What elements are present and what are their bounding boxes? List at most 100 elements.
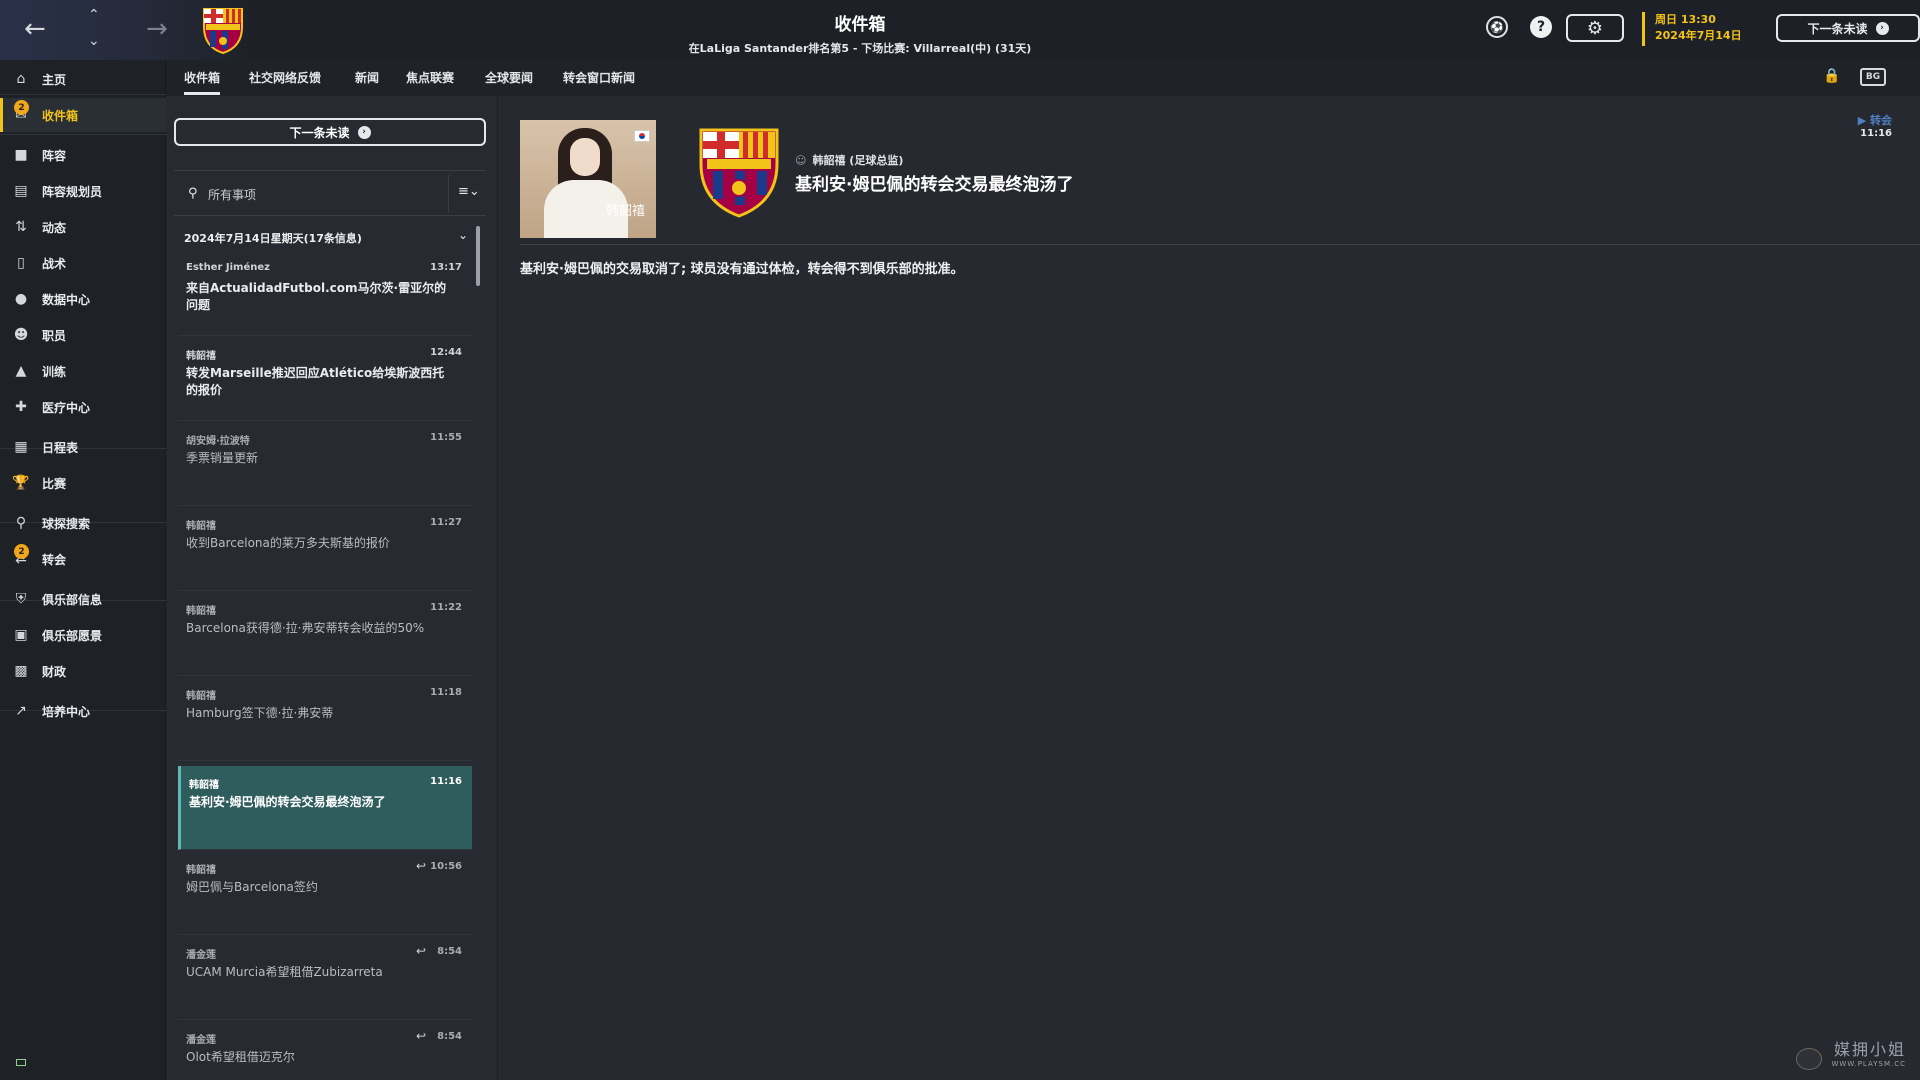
sender-photo[interactable]: 韩韶禧 (520, 120, 656, 238)
sidebar-item-competitions[interactable]: 🏆 比赛 (0, 466, 166, 500)
date-group-label: 2024年7月14日星期天(17条信息) (184, 232, 362, 245)
sidebar-item-training[interactable]: ▲ 训练 (0, 354, 166, 388)
list-scrollbar[interactable] (476, 226, 480, 286)
forward-arrow-icon[interactable]: → (146, 16, 168, 42)
dynamics-icon: ⇅ (15, 219, 27, 235)
tag-label: 转会 (1870, 114, 1892, 127)
next-unread-button[interactable]: 下一条未读 › (174, 118, 486, 146)
message-row[interactable]: 韩韶禧 ↩ 10:56 姆巴佩与Barcelona签约 (178, 851, 472, 935)
help-icon[interactable]: ? (1530, 16, 1552, 38)
message-row[interactable]: 韩韶禧 11:18 Hamburg签下德·拉·弗安蒂 (178, 677, 472, 761)
message-sender-line[interactable]: ☺ 韩韶禧 (足球总监) (795, 152, 903, 168)
vision-icon: ▣ (14, 627, 28, 643)
sidebar-item-label: 球探搜索 (42, 516, 91, 531)
message-time: 11:55 (430, 432, 462, 443)
sidebar-item-transfers[interactable]: ⇄ 2 转会 (0, 542, 166, 576)
message-time: 12:44 (430, 347, 462, 358)
sidebar-item-data-hub[interactable]: ● 数据中心 (0, 282, 166, 316)
status-indicator-icon[interactable] (16, 1059, 26, 1066)
finance-icon: ▩ (14, 663, 28, 679)
sidebar-item-finances[interactable]: ▩ 财政 (0, 654, 166, 688)
search-icon: ⚲ (188, 186, 198, 201)
sidebar-item-label: 动态 (42, 220, 67, 235)
filter-row: ⚲ 所有事项 ≡⌄ (174, 170, 486, 216)
sender-name-role: 韩韶禧 (足球总监) (812, 154, 904, 167)
sidebar-item-inbox[interactable]: ✉ 2 收件箱 (0, 98, 166, 132)
sidebar-item-club-vision[interactable]: ▣ 俱乐部愿景 (0, 618, 166, 652)
scouting-icon: ⚲ (15, 515, 27, 531)
message-row[interactable]: 潘金莲 ↩ 8:54 UCAM Murcia希望租借Zubizarreta (178, 936, 472, 1020)
club-info-icon: ⛨ (15, 591, 27, 607)
sidebar-item-label: 转会 (42, 552, 67, 567)
sidebar-item-label: 职员 (42, 328, 67, 343)
message-sender: 韩韶禧 (186, 351, 216, 362)
back-arrow-icon[interactable]: ← (24, 16, 46, 42)
sidebar-item-development[interactable]: ↗ 培养中心 (0, 694, 166, 728)
message-time: 8:54 (437, 946, 462, 957)
sidebar-item-staff[interactable]: ☻ 职员 (0, 318, 166, 352)
sidebar-item-scouting[interactable]: ⚲ 球探搜索 (0, 506, 166, 540)
sidebar-item-tactics[interactable]: ▯ 战术 (0, 246, 166, 280)
tab-focus-league[interactable]: 焦点联赛 (406, 69, 454, 86)
message-sender: 胡安姆·拉波特 (186, 436, 250, 447)
football-icon[interactable]: ⚽ (1486, 16, 1508, 38)
chevron-up-icon[interactable]: ⌃ (88, 8, 100, 22)
watermark-text: 媒拥小姐 (1833, 1040, 1906, 1059)
club-crest-icon[interactable] (695, 124, 783, 220)
watermark-url: WWW.PLAYSM.CC (1831, 1060, 1906, 1068)
message-row[interactable]: 胡安姆·拉波特 11:55 季票销量更新 (178, 422, 472, 506)
message-row[interactable]: 潘金莲 ↩ 8:54 Olot希望租借迈克尔 (178, 1021, 472, 1080)
category-tag[interactable]: ▶ 转会 (1858, 112, 1892, 128)
sidebar-item-label: 战术 (42, 256, 67, 271)
sidebar-item-label: 日程表 (42, 440, 79, 455)
sidebar-item-home[interactable]: ⌂ 主页 (0, 62, 166, 96)
sidebar-item-squad[interactable]: ■ 阵容 (0, 138, 166, 172)
layout-toggle-icon[interactable]: BG (1860, 68, 1886, 86)
message-row[interactable]: 韩韶禧 11:27 收到Barcelona的莱万多夫斯基的报价 (178, 507, 472, 591)
message-subject: 姆巴佩与Barcelona签约 (186, 880, 318, 894)
sidebar-item-medical[interactable]: ✚ 医疗中心 (0, 390, 166, 424)
message-subject: Olot希望租借迈克尔 (186, 1050, 295, 1064)
message-subject: 转发Marseille推迟回应Atlético给埃斯波西托的报价 (186, 366, 445, 397)
message-sender: Esther Jiménez (186, 262, 270, 273)
tab-transfer-window-news[interactable]: 转会窗口新闻 (563, 69, 635, 86)
date-display[interactable]: 周日 13:30 2024年7月14日 (1642, 12, 1742, 46)
date-time: 周日 13:30 (1655, 13, 1716, 26)
reply-icon: ↩ (415, 944, 426, 958)
tab-news[interactable]: 新闻 (355, 69, 379, 86)
sidebar-item-dynamics[interactable]: ⇅ 动态 (0, 210, 166, 244)
sort-menu-icon[interactable]: ≡⌄ (458, 184, 480, 199)
development-icon: ↗ (15, 703, 27, 719)
sidebar-item-label: 比赛 (42, 476, 67, 491)
tab-world-news[interactable]: 全球要闻 (485, 69, 533, 86)
club-crest-icon[interactable] (200, 5, 246, 55)
message-row[interactable]: 韩韶禧 12:44 转发Marseille推迟回应Atlético给埃斯波西托的… (178, 337, 472, 421)
search-input[interactable]: 所有事项 (208, 186, 256, 203)
sidebar-item-club-info[interactable]: ⛨ 俱乐部信息 (0, 582, 166, 616)
transfers-icon: ⇄ 2 (12, 544, 30, 568)
message-row[interactable]: 韩韶禧 11:22 Barcelona获得德·拉·弗安蒂转会收益的50% (178, 592, 472, 676)
message-sender: 韩韶禧 (189, 780, 219, 791)
message-time: 10:56 (430, 861, 462, 872)
sidebar-item-squad-planner[interactable]: ▤ 阵容规划员 (0, 174, 166, 208)
data-icon: ● (14, 291, 28, 307)
sidebar-item-schedule[interactable]: ▦ 日程表 (0, 430, 166, 464)
photo-name: 韩韶禧 (606, 204, 646, 219)
calendar-icon: ▦ (14, 439, 28, 455)
date-group-header[interactable]: 2024年7月14日星期天(17条信息) ⌄ (174, 226, 474, 248)
tab-inbox[interactable]: 收件箱 (184, 69, 221, 95)
lock-icon[interactable]: 🔒 (1823, 68, 1840, 84)
medical-icon: ✚ (15, 399, 27, 415)
next-unread-top-button[interactable]: 下一条未读 › (1776, 14, 1920, 42)
tab-social-feedback[interactable]: 社交网络反馈 (249, 69, 321, 86)
message-row[interactable]: Esther Jiménez 13:17 来自ActualidadFutbol.… (178, 252, 472, 336)
clipboard-icon: ▤ (14, 183, 28, 199)
message-row-selected[interactable]: 韩韶禧 11:16 基利安·姆巴佩的转会交易最终泡汤了 (178, 766, 472, 850)
chevron-down-icon[interactable]: ⌄ (88, 34, 100, 48)
message-headline: 基利安·姆巴佩的转会交易最终泡汤了 (795, 175, 1074, 195)
message-subject: 收到Barcelona的莱万多夫斯基的报价 (186, 536, 390, 550)
chevron-down-icon: ⌄ (457, 228, 468, 242)
settings-button[interactable]: ⚙ (1566, 14, 1624, 42)
sidebar-item-label: 培养中心 (42, 704, 91, 719)
sidebar-item-label: 收件箱 (42, 108, 79, 123)
